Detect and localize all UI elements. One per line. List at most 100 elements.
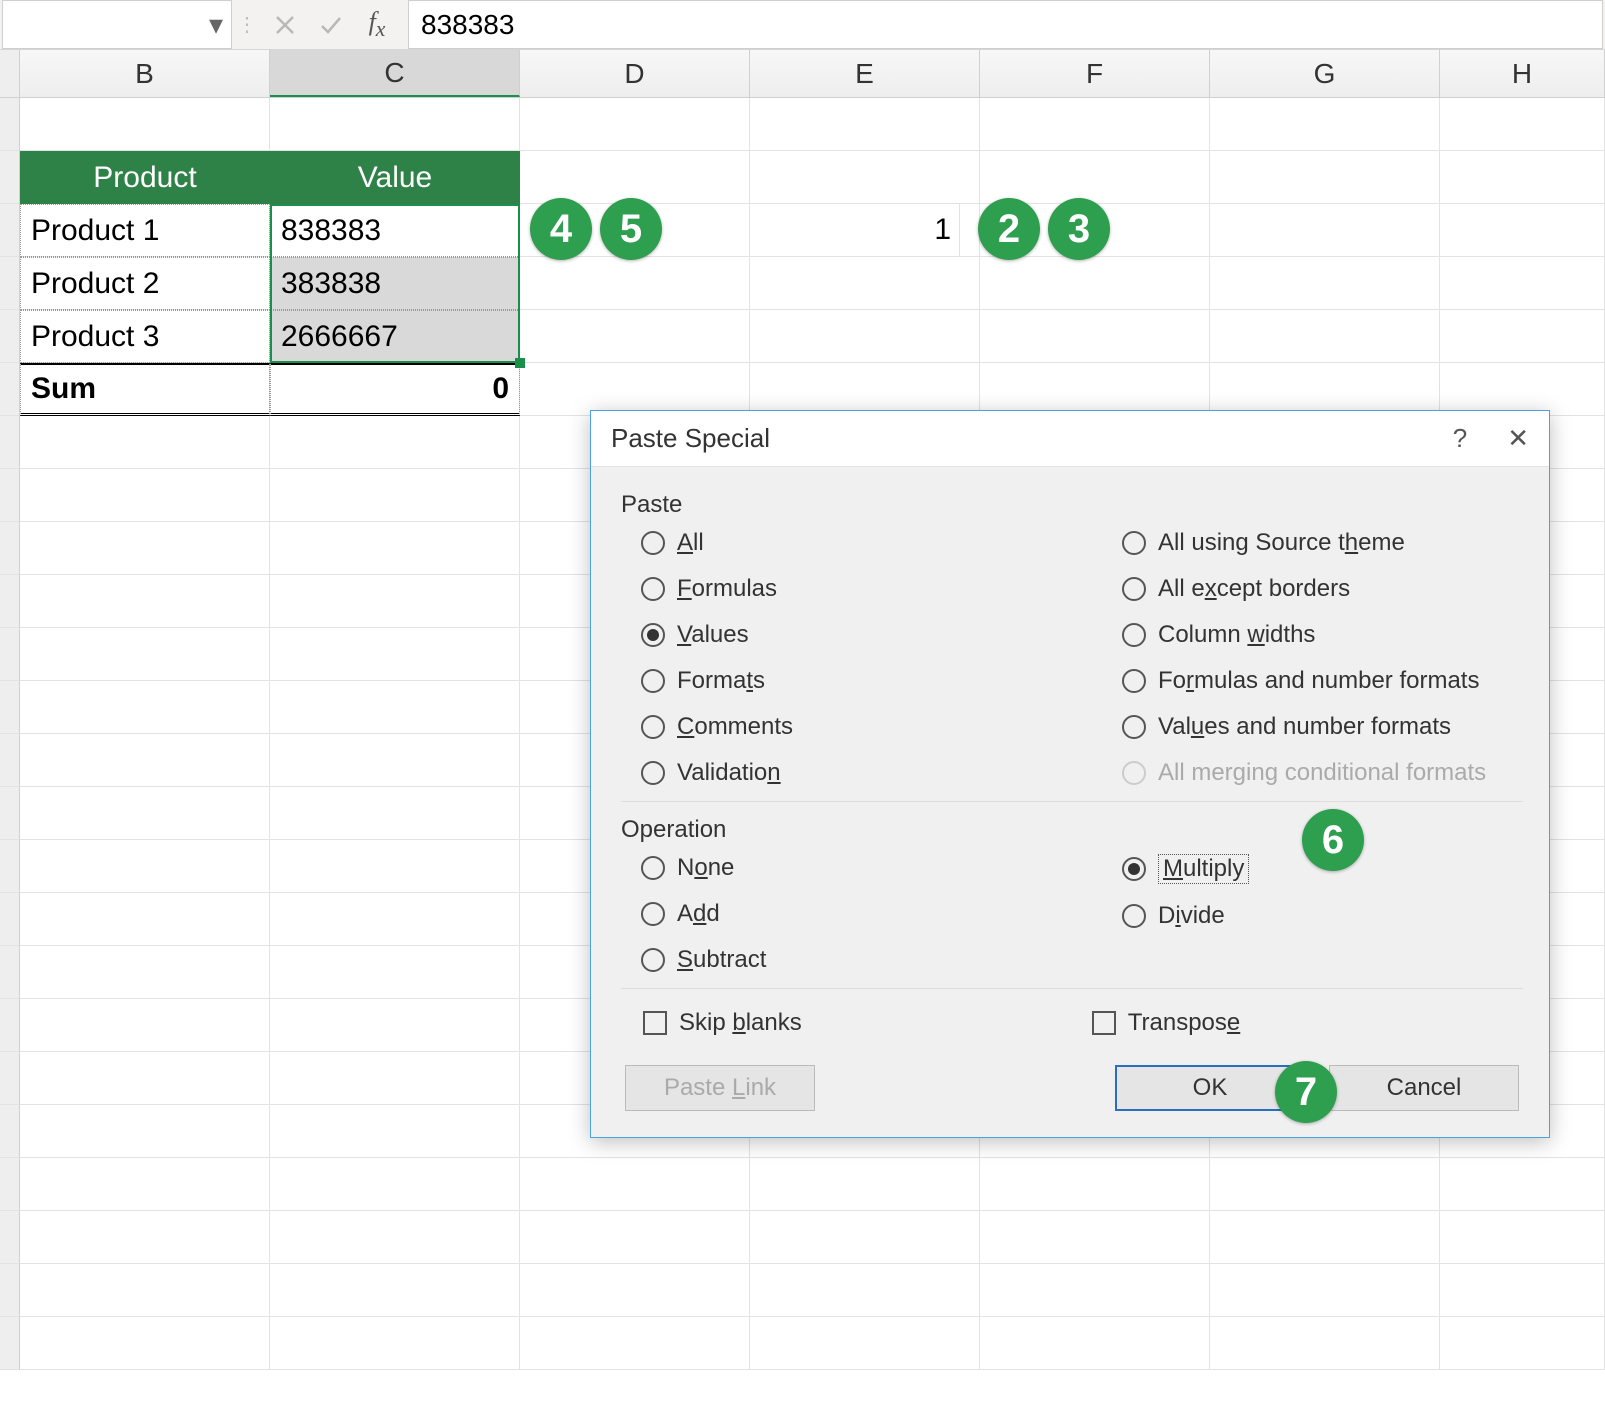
grid-cell[interactable] <box>270 1105 520 1158</box>
grid-cell[interactable] <box>270 787 520 840</box>
grid-cell[interactable] <box>980 1264 1210 1317</box>
row-header[interactable] <box>0 1105 20 1158</box>
grid-cell[interactable] <box>270 98 520 151</box>
grid-cell[interactable] <box>20 98 270 151</box>
radio-add[interactable]: Add <box>641 900 1042 928</box>
grid-cell[interactable] <box>270 1317 520 1370</box>
grid-cell[interactable] <box>1440 1317 1605 1370</box>
grid-cell[interactable] <box>750 310 980 363</box>
grid-cell[interactable] <box>1210 1317 1440 1370</box>
grid-cell[interactable] <box>270 999 520 1052</box>
col-header-e[interactable]: E <box>750 50 980 97</box>
row-header[interactable] <box>0 840 20 893</box>
select-all-corner[interactable] <box>0 50 20 97</box>
col-header-d[interactable]: D <box>520 50 750 97</box>
grid-cell[interactable] <box>520 1211 750 1264</box>
row-header[interactable] <box>0 1211 20 1264</box>
close-icon[interactable]: ✕ <box>1507 423 1529 454</box>
grid-cell[interactable] <box>980 1158 1210 1211</box>
grid-cell[interactable] <box>270 628 520 681</box>
row-header[interactable] <box>0 999 20 1052</box>
grid-cell[interactable] <box>20 1158 270 1211</box>
grid-cell[interactable] <box>520 1264 750 1317</box>
grid-cell[interactable] <box>20 787 270 840</box>
row-header[interactable] <box>0 628 20 681</box>
grid-cell[interactable] <box>270 469 520 522</box>
row-header[interactable] <box>0 151 20 204</box>
grid-cell[interactable] <box>980 310 1210 363</box>
grid-cell[interactable] <box>1440 310 1605 363</box>
grid-cell[interactable] <box>750 1317 980 1370</box>
grid-cell[interactable] <box>980 1317 1210 1370</box>
grid-cell[interactable] <box>750 1158 980 1211</box>
cell-sum-value[interactable]: 0 <box>270 363 520 416</box>
row-header[interactable] <box>0 734 20 787</box>
grid-cell[interactable] <box>980 257 1210 310</box>
grid-cell[interactable] <box>270 840 520 893</box>
cancel-formula-icon[interactable] <box>262 0 308 49</box>
radio-except_borders[interactable]: All except borders <box>1122 575 1523 603</box>
cancel-button[interactable]: Cancel <box>1329 1065 1519 1111</box>
grid-cell[interactable] <box>20 628 270 681</box>
grid-cell[interactable] <box>20 1211 270 1264</box>
radio-values[interactable]: Values <box>641 621 1042 649</box>
grid-cell[interactable] <box>750 1264 980 1317</box>
grid-cell[interactable] <box>520 363 750 416</box>
grid-cell[interactable] <box>270 522 520 575</box>
checkbox-transpose[interactable]: Transpose <box>1092 1009 1241 1037</box>
grid-cell[interactable] <box>1440 1158 1605 1211</box>
row-header[interactable] <box>0 257 20 310</box>
grid-cell[interactable] <box>270 1211 520 1264</box>
grid-cell[interactable] <box>20 1264 270 1317</box>
row-header[interactable] <box>0 1317 20 1370</box>
col-header-h[interactable]: H <box>1440 50 1605 97</box>
grid-cell[interactable] <box>520 98 750 151</box>
grid-cell[interactable] <box>20 1317 270 1370</box>
radio-col_widths[interactable]: Column widths <box>1122 621 1523 649</box>
grid-cell[interactable] <box>1210 1211 1440 1264</box>
radio-all[interactable]: All <box>641 529 1042 557</box>
grid-cell[interactable] <box>1210 204 1440 257</box>
grid-cell[interactable] <box>1210 151 1440 204</box>
grid-cell[interactable] <box>270 1158 520 1211</box>
grid-cell[interactable] <box>20 575 270 628</box>
grid-cell[interactable] <box>1440 151 1605 204</box>
grid-cell[interactable] <box>1210 1158 1440 1211</box>
grid-cell[interactable] <box>20 946 270 999</box>
radio-subtract[interactable]: Subtract <box>641 946 1042 974</box>
cell-sum-label[interactable]: Sum <box>20 363 270 416</box>
grid-cell[interactable] <box>1210 1264 1440 1317</box>
fill-handle[interactable] <box>515 358 525 368</box>
chevron-down-icon[interactable]: ▾ <box>209 8 223 41</box>
row-header[interactable] <box>0 1264 20 1317</box>
col-header-f[interactable]: F <box>980 50 1210 97</box>
radio-comments[interactable]: Comments <box>641 713 1042 741</box>
grid-cell[interactable] <box>1210 257 1440 310</box>
grid-cell[interactable] <box>1210 363 1440 416</box>
row-header[interactable] <box>0 575 20 628</box>
grid-cell[interactable] <box>270 734 520 787</box>
row-header[interactable] <box>0 310 20 363</box>
grid-cell[interactable] <box>20 893 270 946</box>
grid-cell[interactable] <box>1440 1264 1605 1317</box>
grid-cell[interactable] <box>520 257 750 310</box>
col-header-g[interactable]: G <box>1210 50 1440 97</box>
radio-divide[interactable]: Divide <box>1122 902 1523 930</box>
grid-cell[interactable] <box>750 363 980 416</box>
grid-cell[interactable] <box>270 681 520 734</box>
grid-cell[interactable] <box>750 257 980 310</box>
grid-cell[interactable] <box>750 151 980 204</box>
grid-cell[interactable] <box>1440 204 1605 257</box>
row-header[interactable] <box>0 469 20 522</box>
radio-validation[interactable]: Validation <box>641 759 1042 787</box>
grid-cell[interactable] <box>520 1317 750 1370</box>
grid-cell[interactable] <box>270 1052 520 1105</box>
cell-e3[interactable]: 1 <box>730 204 960 257</box>
grid-cell[interactable] <box>20 416 270 469</box>
grid-cell[interactable] <box>520 151 750 204</box>
grid-cell[interactable] <box>20 469 270 522</box>
cell-value-1[interactable]: 838383 <box>270 204 520 257</box>
grid-cell[interactable] <box>980 1211 1210 1264</box>
radio-val_num[interactable]: Values and number formats <box>1122 713 1523 741</box>
col-header-c[interactable]: C <box>270 50 520 97</box>
